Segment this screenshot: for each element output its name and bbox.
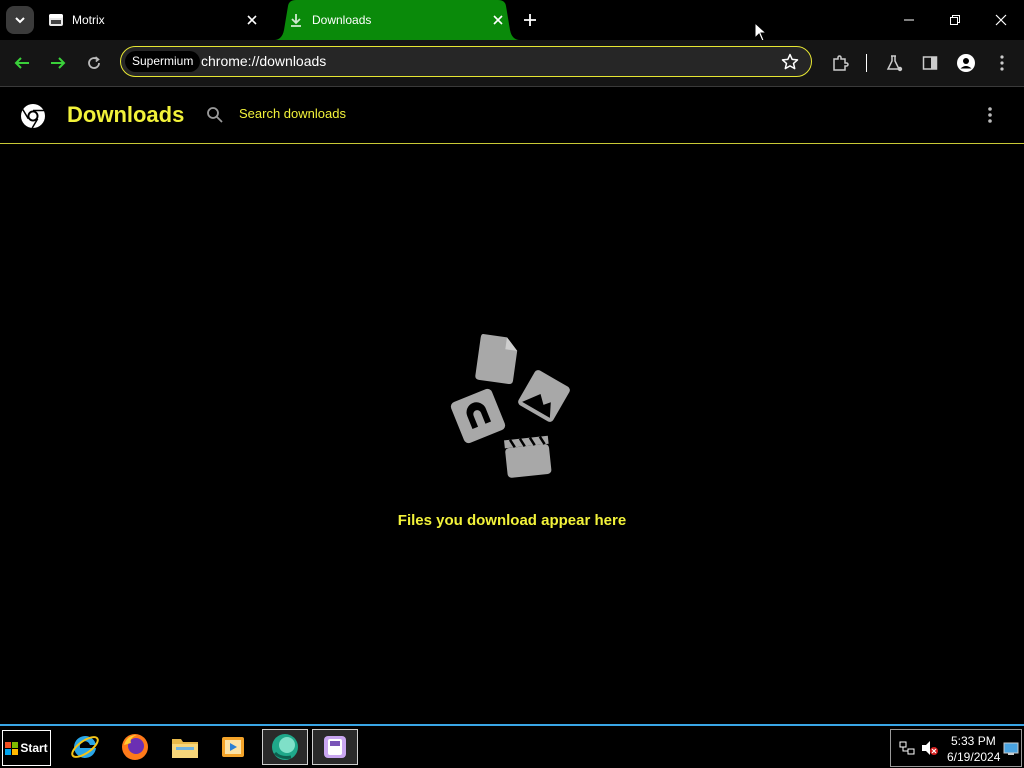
internet-explorer-icon bbox=[71, 735, 99, 758]
puzzle-icon bbox=[833, 55, 849, 71]
empty-state-message: Files you download appear here bbox=[397, 512, 627, 529]
minimize-icon bbox=[904, 19, 914, 21]
toolbar-divider bbox=[866, 54, 867, 72]
show-desktop-icon[interactable] bbox=[1003, 742, 1019, 756]
arrow-right-icon bbox=[51, 57, 66, 69]
more-vertical-icon bbox=[1000, 55, 1004, 71]
floppy-app-icon bbox=[324, 736, 346, 758]
system-tray: 5:33 PM 6/19/2024 bbox=[890, 729, 1022, 767]
close-icon[interactable] bbox=[490, 12, 506, 28]
url-text[interactable]: chrome://downloads bbox=[201, 47, 326, 75]
side-panel-button[interactable] bbox=[918, 51, 942, 75]
arrow-left-icon bbox=[14, 57, 29, 69]
taskbar: Start 5:33 PM 6/19/2024 bbox=[0, 724, 1024, 768]
page-title: Downloads bbox=[67, 102, 185, 127]
empty-downloads-illustration bbox=[450, 333, 570, 478]
audio-file-icon bbox=[450, 388, 506, 444]
windows-logo-icon bbox=[5, 741, 19, 755]
tab-title: Motrix bbox=[72, 13, 105, 27]
tab-strip: Motrix Downloads bbox=[0, 0, 1024, 42]
bookmark-star-icon[interactable] bbox=[781, 53, 799, 71]
download-icon bbox=[291, 14, 301, 27]
taskbar-app-media-player[interactable] bbox=[211, 729, 255, 765]
new-tab-button[interactable] bbox=[520, 10, 540, 30]
extensions-button[interactable] bbox=[828, 51, 852, 75]
taskbar-app-file-explorer[interactable] bbox=[163, 729, 207, 765]
search-icon[interactable] bbox=[206, 106, 224, 124]
more-vertical-icon[interactable] bbox=[980, 105, 1000, 125]
document-icon bbox=[475, 333, 518, 385]
browser-logo-icon bbox=[21, 104, 45, 129]
account-avatar-icon bbox=[957, 54, 975, 72]
mouse-cursor-icon bbox=[754, 22, 768, 42]
restore-button[interactable] bbox=[932, 0, 978, 40]
search-downloads-input[interactable]: Search downloads bbox=[239, 106, 346, 121]
firefox-icon bbox=[122, 734, 148, 760]
close-window-button[interactable] bbox=[978, 0, 1024, 40]
window-icon bbox=[49, 14, 63, 26]
taskbar-app-firefox[interactable] bbox=[113, 729, 157, 765]
browser-toolbar: Supermium chrome://downloads bbox=[0, 40, 1024, 87]
tab-motrix[interactable]: Motrix bbox=[34, 0, 274, 40]
taskbar-app-supermium[interactable] bbox=[262, 729, 308, 765]
file-explorer-icon bbox=[172, 739, 198, 758]
tab-title: Downloads bbox=[312, 13, 372, 27]
clock-date[interactable]: 6/19/2024 bbox=[947, 750, 1000, 764]
chevron-down-icon bbox=[15, 17, 25, 24]
plus-icon bbox=[524, 14, 536, 26]
start-button[interactable]: Start bbox=[2, 730, 51, 766]
flask-icon bbox=[886, 55, 903, 72]
restore-icon bbox=[950, 15, 960, 25]
clock-time[interactable]: 5:33 PM bbox=[951, 734, 996, 748]
side-panel-icon bbox=[922, 56, 938, 70]
address-bar[interactable]: Supermium chrome://downloads bbox=[120, 46, 812, 77]
back-button[interactable] bbox=[10, 51, 34, 75]
close-icon bbox=[995, 14, 1007, 26]
downloads-header: Downloads Search downloads bbox=[0, 87, 1024, 144]
reload-icon bbox=[88, 56, 100, 69]
supermium-icon bbox=[272, 734, 298, 760]
labs-button[interactable] bbox=[882, 51, 906, 75]
start-label: Start bbox=[20, 741, 48, 755]
tab-search-button[interactable] bbox=[6, 6, 34, 34]
image-icon bbox=[518, 370, 570, 422]
tab-downloads[interactable]: Downloads bbox=[274, 0, 520, 40]
forward-button[interactable] bbox=[46, 51, 70, 75]
taskbar-app-internet-explorer[interactable] bbox=[63, 729, 107, 765]
media-player-icon bbox=[222, 737, 244, 757]
browser-menu-button[interactable] bbox=[990, 51, 1014, 75]
site-chip[interactable]: Supermium bbox=[125, 51, 201, 72]
taskbar-app-floppy[interactable] bbox=[312, 729, 358, 765]
reload-button[interactable] bbox=[82, 51, 106, 75]
active-tab-background bbox=[274, 0, 520, 40]
close-icon[interactable] bbox=[244, 12, 260, 28]
profile-button[interactable] bbox=[954, 51, 978, 75]
network-icon[interactable] bbox=[899, 741, 915, 755]
volume-muted-icon[interactable] bbox=[921, 740, 939, 756]
minimize-button[interactable] bbox=[886, 0, 932, 40]
video-clapper-icon bbox=[504, 435, 552, 478]
